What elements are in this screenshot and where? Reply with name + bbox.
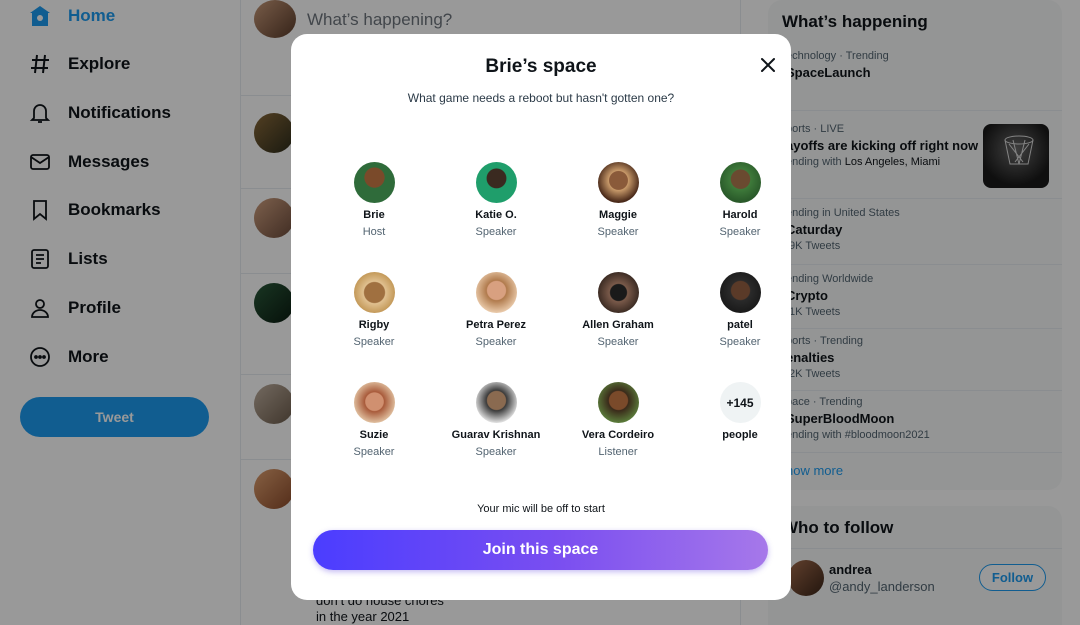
participant-name: Rigby xyxy=(358,319,390,331)
participant-name: Guarav Krishnan xyxy=(451,429,541,441)
participant-role: Speaker xyxy=(597,226,639,238)
avatar xyxy=(597,382,639,423)
participant[interactable]: Petra Perez Speaker xyxy=(435,272,557,348)
participant-role: Speaker xyxy=(475,446,517,458)
participant-name: Brie xyxy=(363,209,385,221)
participant-role: Speaker xyxy=(719,336,761,348)
participant-name: Harold xyxy=(722,209,758,221)
more-count: +145 xyxy=(719,382,761,423)
participant[interactable]: Brie Host xyxy=(313,162,435,238)
avatar xyxy=(719,162,761,203)
space-modal: Brie’s space What game needs a reboot bu… xyxy=(291,34,791,600)
more-participants[interactable]: +145 people xyxy=(679,382,801,441)
participant-role: Speaker xyxy=(475,226,517,238)
participant[interactable]: Vera Cordeiro Listener xyxy=(557,382,679,458)
close-icon xyxy=(761,58,775,72)
participant-role: Speaker xyxy=(353,336,395,348)
participant-name: Suzie xyxy=(359,429,389,441)
participant-name: Petra Perez xyxy=(466,319,526,331)
participant-name: patel xyxy=(727,319,753,331)
participant-name: Katie O. xyxy=(475,209,517,221)
join-space-button[interactable]: Join this space xyxy=(313,530,768,570)
participant[interactable]: Katie O. Speaker xyxy=(435,162,557,238)
mic-note: Your mic will be off to start xyxy=(477,503,605,515)
avatar xyxy=(475,272,517,313)
close-button[interactable] xyxy=(756,53,780,77)
participant-role: Speaker xyxy=(719,226,761,238)
avatar xyxy=(353,272,395,313)
avatar xyxy=(353,162,395,203)
participant-role: Speaker xyxy=(353,446,395,458)
avatar xyxy=(597,162,639,203)
participant-role: Host xyxy=(362,226,386,238)
participant-name: Vera Cordeiro xyxy=(581,429,655,441)
avatar xyxy=(475,162,517,203)
avatar xyxy=(475,382,517,423)
participant-role: Listener xyxy=(598,446,638,458)
avatar xyxy=(353,382,395,423)
space-title: Brie’s space xyxy=(485,56,597,77)
participant[interactable]: Harold Speaker xyxy=(679,162,801,238)
participant-role: Speaker xyxy=(597,336,639,348)
more-label: people xyxy=(722,429,758,441)
participant[interactable]: Rigby Speaker xyxy=(313,272,435,348)
participant[interactable]: Maggie Speaker xyxy=(557,162,679,238)
participant[interactable]: Guarav Krishnan Speaker xyxy=(435,382,557,458)
participant-role: Speaker xyxy=(475,336,517,348)
participant[interactable]: patel Speaker xyxy=(679,272,801,348)
participant-name: Allen Graham xyxy=(582,319,654,331)
avatar xyxy=(597,272,639,313)
avatar xyxy=(719,272,761,313)
participant[interactable]: Allen Graham Speaker xyxy=(557,272,679,348)
space-topic: What game needs a reboot but hasn't gott… xyxy=(407,91,675,105)
participant[interactable]: Suzie Speaker xyxy=(313,382,435,458)
participant-name: Maggie xyxy=(599,209,637,221)
